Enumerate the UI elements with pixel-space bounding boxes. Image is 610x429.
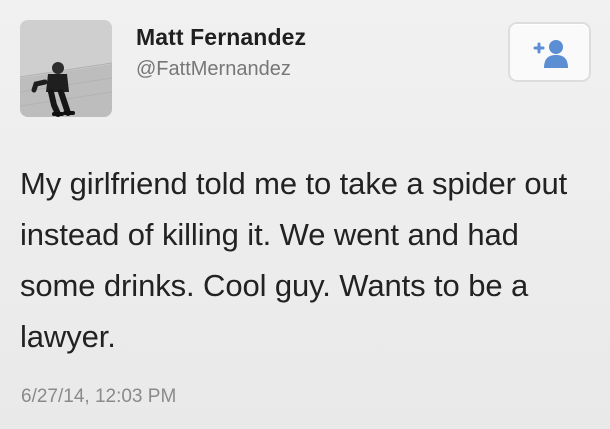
tweet-text: My girlfriend told me to take a spider o… <box>20 166 568 354</box>
add-user-icon <box>533 40 568 68</box>
timestamp[interactable]: 6/27/14, 12:03 PM <box>21 386 176 408</box>
tweet-card: Matt Fernandez @FattMernandez My girlfri… <box>0 0 610 429</box>
profile-photo-icon <box>20 20 112 117</box>
avatar[interactable] <box>20 20 112 117</box>
display-name[interactable]: Matt Fernandez <box>136 24 306 51</box>
follow-button[interactable] <box>508 22 591 82</box>
user-handle[interactable]: @FattMernandez <box>136 58 291 81</box>
